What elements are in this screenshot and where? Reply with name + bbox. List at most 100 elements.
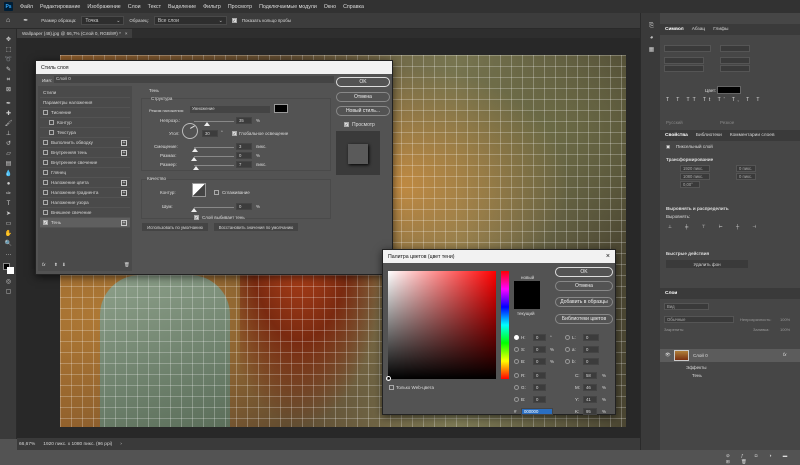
r-input[interactable]: 0 [533,372,546,379]
r-radio[interactable] [514,373,519,378]
b-input[interactable]: 0 [533,358,546,365]
make-default-button[interactable]: Использовать по умолчанию [142,223,208,231]
checkbox[interactable] [43,210,48,215]
add-icon[interactable]: + [121,220,127,226]
close-icon[interactable]: × [125,31,128,36]
menu-filter[interactable]: Фильтр [203,4,221,10]
current-color-swatch[interactable] [514,295,540,309]
checkbox[interactable] [43,160,48,165]
tab-paragraph[interactable]: Абзац [692,27,705,32]
menu-view[interactable]: Просмотр [228,4,252,10]
c-input[interactable]: 58 [583,372,597,379]
cancel-button[interactable]: Отмена [336,92,390,102]
opacity-slider[interactable] [194,121,234,122]
align-buttons[interactable]: ⊥ ╪ ⊤ ⊢ ┼ ⊣ [668,224,762,230]
move-tool-icon[interactable]: ✥ [4,37,13,44]
lab-b-radio[interactable] [565,359,570,364]
antialias-checkbox[interactable] [214,190,219,195]
font-style-select[interactable] [720,45,750,52]
tab-character[interactable]: Символ [665,27,684,32]
cancel-button[interactable]: Отмена [555,281,613,291]
effects-label[interactable]: Эффекты [686,365,706,370]
eraser-tool-icon[interactable]: ▱ [4,151,13,158]
drop-shadow-item[interactable]: ✓Тень+ [40,218,130,228]
tab-glyphs[interactable]: Глифы [713,27,728,32]
reset-default-button[interactable]: Восстановить значения по умолчанию [214,223,298,231]
tracking-field[interactable] [720,65,750,72]
transform-section[interactable]: Трансформирование [666,157,713,162]
menu-type[interactable]: Текст [148,4,161,10]
blend-mode-select[interactable]: Обычные [664,316,734,323]
screen-mode-icon[interactable]: ▢ [4,289,13,296]
inner-glow-item[interactable]: Внутреннее свечение [40,158,130,168]
history-panel-icon[interactable]: ⎘ [647,23,656,30]
angle-dial[interactable] [182,123,198,139]
contour-picker[interactable] [192,183,206,197]
layers-footer-buttons[interactable]: ⊘ ƒ ◘ ◑ ▬ ⊞ 🗑 [726,453,800,465]
remove-background-button[interactable]: Удалить фон [666,260,748,268]
noise-slider[interactable] [194,207,234,208]
crop-tool-icon[interactable]: ⌗ [4,77,13,84]
global-light-checkbox[interactable]: ✓ [232,131,237,136]
hue-slider[interactable] [501,271,509,379]
s-radio[interactable] [514,347,519,352]
checkbox[interactable] [43,150,48,155]
kerning-field[interactable] [664,65,704,72]
add-icon[interactable]: + [121,140,127,146]
menu-help[interactable]: Справка [343,4,364,10]
noise-input[interactable]: 0 [236,203,252,210]
quick-actions-section[interactable]: Быстрые действия [666,251,709,256]
blending-options-item[interactable]: Параметры наложения [40,98,130,108]
checkbox[interactable]: ✓ [43,220,48,225]
menu-layers[interactable]: Слои [128,4,141,10]
outer-glow-item[interactable]: Внешнее свечение [40,208,130,218]
eyedropper-icon[interactable]: ✒ [23,17,28,24]
opacity-input[interactable]: 35 [236,117,252,124]
satin-item[interactable]: Глянец [40,168,130,178]
effect-drop-shadow[interactable]: Тень [692,373,702,378]
blue-input[interactable]: 0 [533,396,546,403]
menu-edit[interactable]: Редактирование [40,4,80,10]
y-input[interactable]: 41 [583,396,597,403]
add-icon[interactable]: + [121,190,127,196]
distance-input[interactable]: 3 [236,143,252,150]
spread-slider[interactable] [194,156,234,157]
b-radio[interactable] [514,359,519,364]
size-slider-thumb[interactable] [193,166,199,170]
pen-tool-icon[interactable]: ✑ [4,191,13,198]
color-panel-icon[interactable]: ◕ [647,35,656,42]
brush-tool-icon[interactable]: 🖌 [4,121,13,128]
h-input[interactable]: 0 [533,334,546,341]
text-style-buttons[interactable]: T T TT Tt T' T, T T [666,97,762,103]
eyedropper-tool-icon[interactable]: ✒ [4,101,13,108]
s-input[interactable]: 0 [533,346,546,353]
spread-slider-thumb[interactable] [191,157,197,161]
k-input[interactable]: 95 [583,408,597,415]
checkbox[interactable] [43,190,48,195]
quick-select-tool-icon[interactable]: ✎ [4,67,13,74]
tab-layer-comps[interactable]: Комментарии слоев [730,133,775,138]
show-ring-checkbox[interactable]: ✓ [232,18,237,23]
l-radio[interactable] [565,335,570,340]
lasso-tool-icon[interactable]: ➰ [4,57,13,64]
noise-slider-thumb[interactable] [191,208,197,212]
ok-button[interactable]: OK [555,267,613,277]
leading-field[interactable] [720,57,750,64]
stamp-tool-icon[interactable]: ⊥ [4,131,13,138]
history-brush-icon[interactable]: ↺ [4,141,13,148]
pattern-overlay-item[interactable]: Наложение узора [40,198,130,208]
tab-libraries[interactable]: Библиотеки [696,133,722,138]
sample-size-select[interactable]: Точка⌄ [81,16,124,25]
document-tab[interactable]: Wallpaper (48).jpg @ 66,7% (Слой 0, RGB/… [17,29,132,38]
knockout-checkbox[interactable]: ✓ [194,215,199,220]
checkbox[interactable] [43,140,48,145]
add-to-swatches-button[interactable]: Добавить в образцы [555,297,613,307]
blend-mode-select[interactable]: Умножение [190,106,270,113]
antialias-select[interactable]: Резкое [720,120,734,125]
checkbox[interactable] [43,110,48,115]
distance-slider-thumb[interactable] [192,148,198,152]
home-icon[interactable]: ⌂ [6,17,10,24]
swatches-panel-icon[interactable]: ▦ [647,47,656,54]
checkbox[interactable] [49,130,54,135]
layer-name[interactable]: Слой 0 [693,353,708,358]
